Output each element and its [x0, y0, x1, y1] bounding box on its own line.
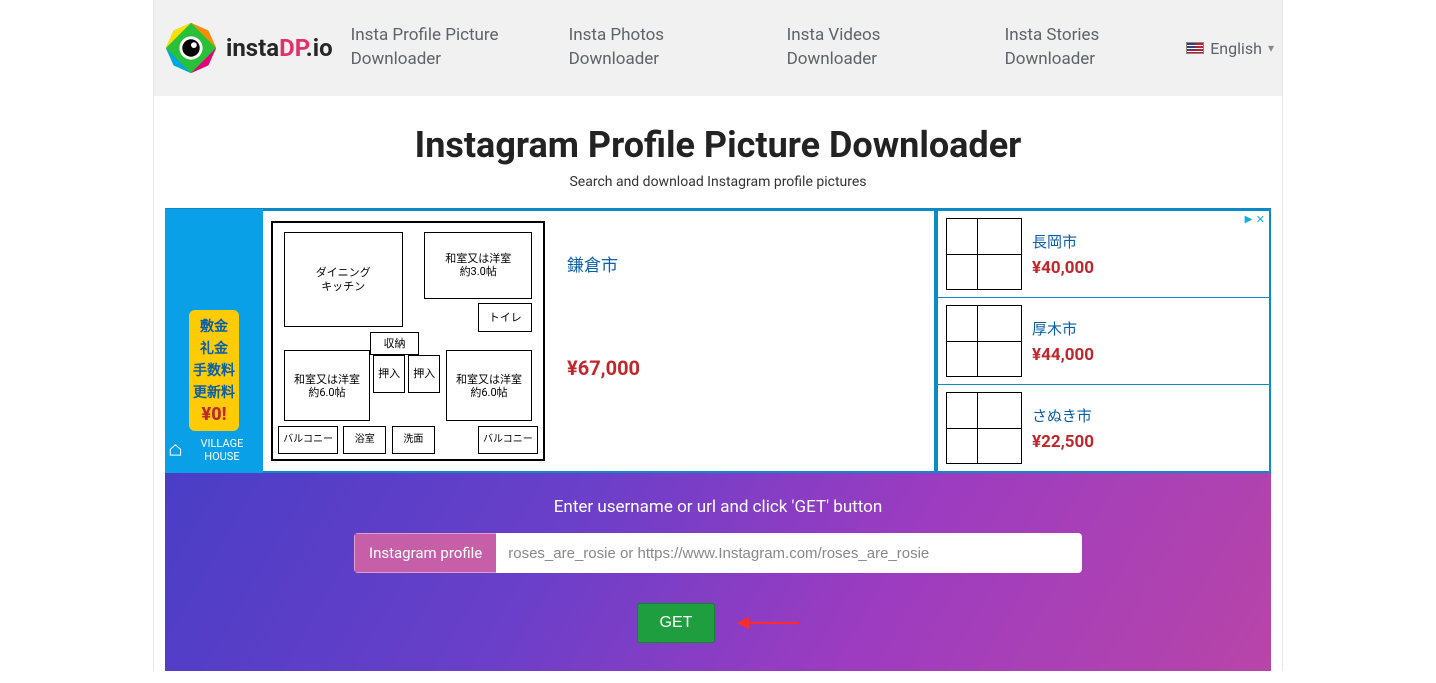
ad-listing-3[interactable]: さぬき市 ¥22,500 [938, 385, 1269, 471]
ad-side-city: 長岡市 [1032, 231, 1094, 252]
page-subtitle: Search and download Instagram profile pi… [154, 174, 1282, 190]
logo-text: instaDP.io [226, 34, 333, 62]
input-prefix-label: Instagram profile [354, 533, 496, 573]
ad-side-city: 厚木市 [1032, 318, 1094, 339]
nav-photos-downloader[interactable]: Insta Photos Downloader [569, 24, 739, 72]
nav-videos-downloader[interactable]: Insta Videos Downloader [787, 24, 957, 72]
ad-side-city: さぬき市 [1032, 405, 1094, 426]
search-hint: Enter username or url and click 'GET' bu… [177, 497, 1259, 517]
ad-side-price: ¥44,000 [1032, 345, 1094, 365]
ad-listing-2[interactable]: 厚木市 ¥44,000 [938, 298, 1269, 385]
ad-mini-floorplan [946, 392, 1022, 464]
ad-side-price: ¥40,000 [1032, 258, 1094, 278]
chevron-down-icon: ▾ [1268, 41, 1274, 55]
us-flag-icon [1186, 42, 1204, 54]
ad-yellow-tag: 敷金 礼金 手数料 更新料 ¥0! [189, 310, 239, 431]
ad-banner[interactable]: 敷金 礼金 手数料 更新料 ¥0! VILLAGE HOUSE [165, 208, 1271, 473]
logo[interactable]: instaDP.io [162, 19, 333, 77]
language-label: English [1210, 39, 1262, 58]
search-input-group: Instagram profile [354, 533, 1082, 573]
ad-listing-1[interactable]: 長岡市 ¥40,000 [938, 211, 1269, 298]
nav: Insta Profile Picture Downloader Insta P… [351, 24, 1187, 72]
red-arrow-annotation [739, 616, 799, 630]
ad-mini-floorplan [946, 305, 1022, 377]
ad-main-city: 鎌倉市 [567, 251, 618, 276]
logo-icon [162, 19, 220, 77]
language-selector[interactable]: English ▾ [1186, 39, 1274, 58]
ad-side-price: ¥22,500 [1032, 432, 1094, 452]
page-title: Instagram Profile Picture Downloader [154, 124, 1282, 166]
ad-floorplan: ダイニング キッチン 和室又は洋室 約3.0帖 トイレ 収納 和室又は洋室 約6… [263, 211, 553, 471]
ad-side-listings: ✕ 長岡市 ¥40,000 厚木市 ¥44,000 [937, 209, 1271, 473]
ad-main-listing[interactable]: ダイニング キッチン 和室又は洋室 約3.0帖 トイレ 収納 和室又は洋室 約6… [263, 211, 935, 471]
nav-stories-downloader[interactable]: Insta Stories Downloader [1005, 24, 1175, 72]
ad-brand: VILLAGE HOUSE [169, 437, 259, 463]
get-button[interactable]: GET [637, 603, 716, 643]
topbar: instaDP.io Insta Profile Picture Downloa… [154, 0, 1282, 96]
ad-mini-floorplan [946, 218, 1022, 290]
search-panel: Enter username or url and click 'GET' bu… [165, 473, 1271, 671]
ad-side-panel: 敷金 礼金 手数料 更新料 ¥0! VILLAGE HOUSE [165, 209, 263, 473]
username-input[interactable] [496, 533, 1082, 573]
adchoices-icon[interactable]: ✕ [1243, 213, 1265, 226]
nav-profile-downloader[interactable]: Insta Profile Picture Downloader [351, 24, 521, 72]
ad-main-price: ¥67,000 [567, 356, 640, 380]
